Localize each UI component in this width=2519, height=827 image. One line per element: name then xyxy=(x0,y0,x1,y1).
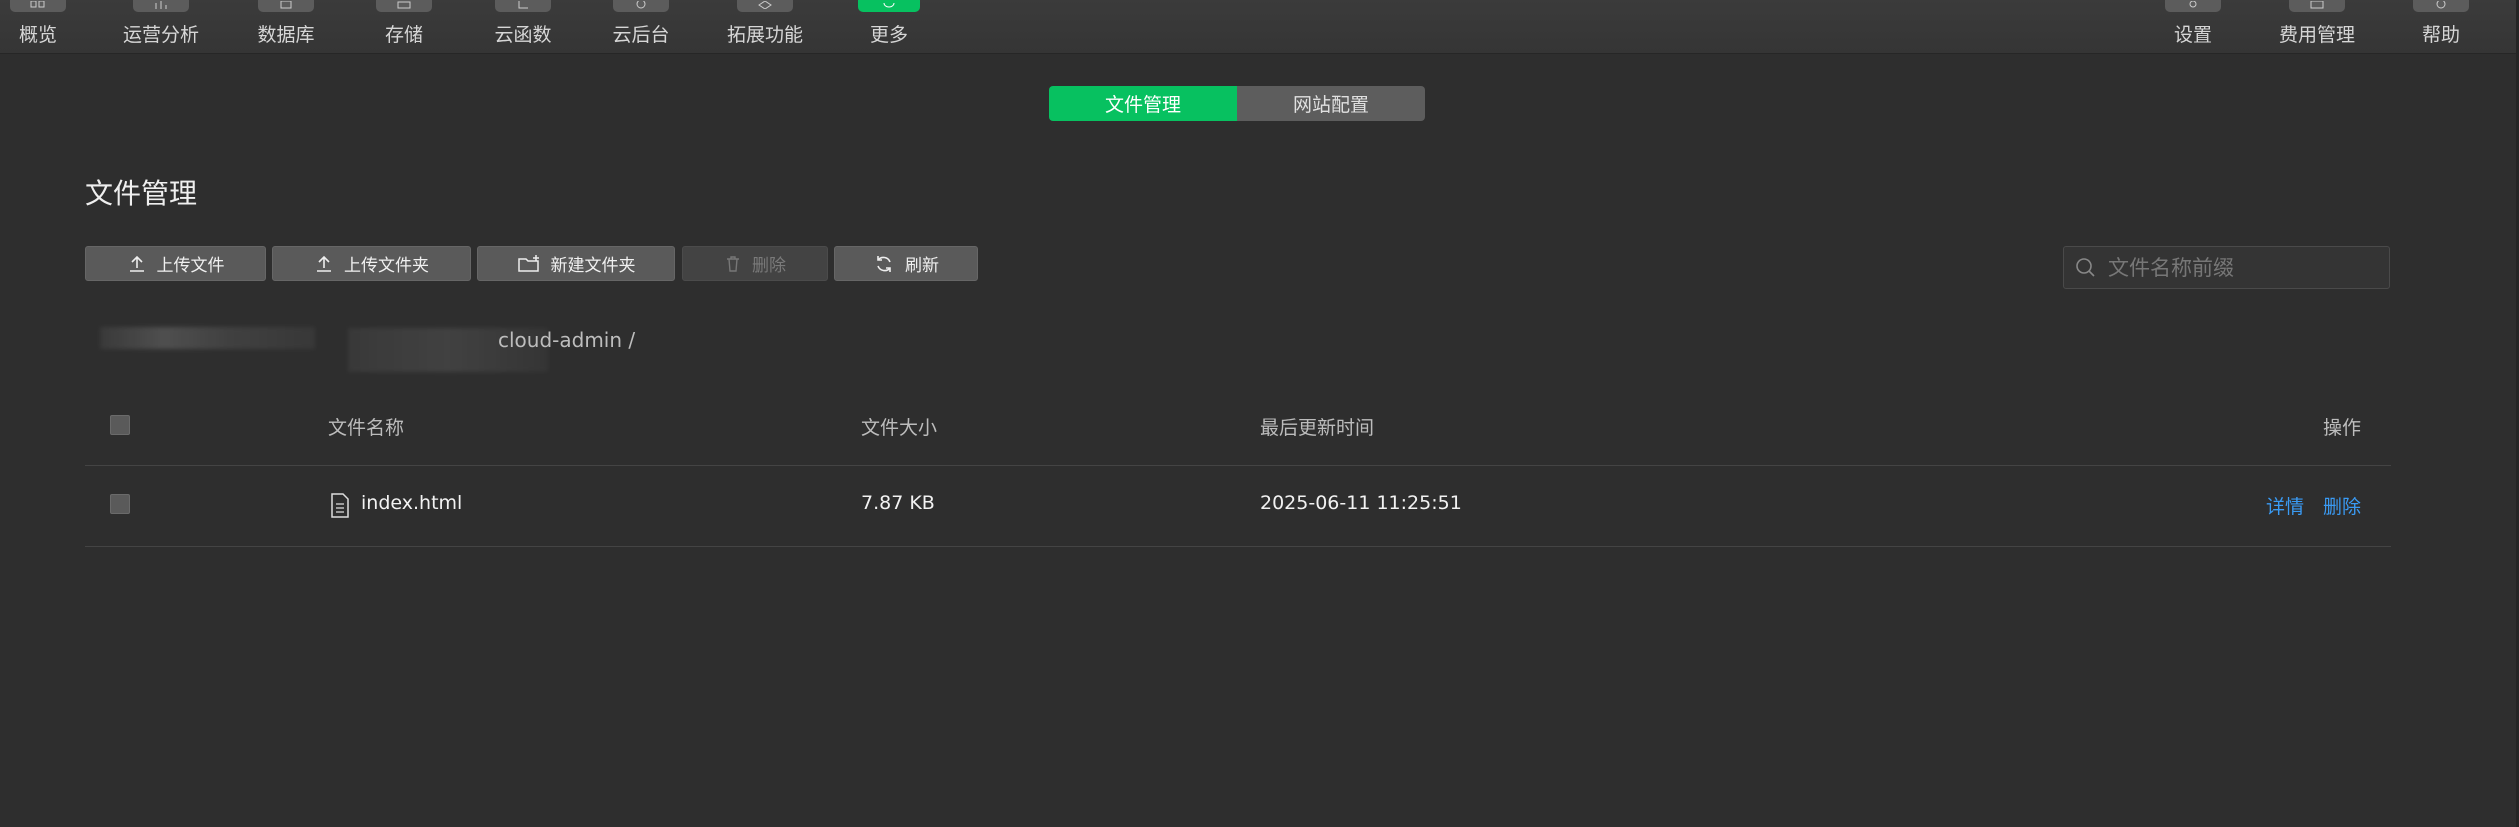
upload-icon xyxy=(129,255,144,272)
billing-icon xyxy=(2289,0,2345,12)
header-updated-time: 最后更新时间 xyxy=(1260,417,1375,439)
refresh-label: 刷新 xyxy=(905,256,939,276)
upload-folder-button[interactable]: 上传文件夹 xyxy=(272,246,471,281)
page-title: 文件管理 xyxy=(85,177,198,210)
breadcrumb[interactable]: cloud-admin / xyxy=(498,328,635,352)
analytics-icon xyxy=(133,0,189,12)
upload-file-button[interactable]: 上传文件 xyxy=(85,246,266,281)
upload-file-label: 上传文件 xyxy=(156,256,225,276)
cloud-function-icon xyxy=(495,0,551,12)
storage-icon xyxy=(376,0,432,12)
tab-website-config[interactable]: 网站配置 xyxy=(1237,86,1425,121)
nav-label: 概览 xyxy=(18,24,57,46)
upload-folder-label: 上传文件夹 xyxy=(344,256,429,276)
upload-icon xyxy=(317,255,331,272)
refresh-button[interactable]: 刷新 xyxy=(834,246,978,281)
nav-label: 设置 xyxy=(2173,24,2212,46)
nav-label: 数据库 xyxy=(257,24,315,46)
file-icon xyxy=(331,493,349,518)
table-divider xyxy=(85,465,2391,466)
delete-label: 删除 xyxy=(752,256,786,276)
new-folder-button[interactable]: 新建文件夹 xyxy=(477,246,675,281)
table-divider xyxy=(85,546,2391,547)
header-file-name: 文件名称 xyxy=(328,417,405,439)
folder-plus-icon xyxy=(517,254,539,272)
nav-label: 帮助 xyxy=(2421,24,2460,46)
row-checkbox[interactable] xyxy=(110,494,130,514)
nav-label: 费用管理 xyxy=(2278,24,2355,46)
file-updated-time: 2025-06-11 11:25:51 xyxy=(1260,492,1462,514)
nav-label: 更多 xyxy=(869,24,908,46)
cloud-backend-icon xyxy=(613,0,669,12)
file-name[interactable]: index.html xyxy=(361,492,462,514)
new-folder-label: 新建文件夹 xyxy=(550,256,636,276)
trash-icon xyxy=(727,255,739,272)
tab-file-management[interactable]: 文件管理 xyxy=(1049,86,1237,121)
refresh-icon xyxy=(877,255,891,272)
more-icon xyxy=(858,0,920,12)
top-nav: 概览 运营分析 数据库 存储 云函数 云后台 拓展功能 更多 设置 费用管理 帮… xyxy=(0,0,2519,54)
header-actions: 操作 xyxy=(2323,417,2362,439)
extensions-icon xyxy=(737,0,793,12)
search-input[interactable] xyxy=(2106,254,2380,281)
breadcrumb-redacted xyxy=(100,327,315,349)
nav-label: 拓展功能 xyxy=(726,24,803,46)
detail-link[interactable]: 详情 xyxy=(2266,492,2304,519)
database-icon xyxy=(258,0,314,12)
nav-label: 云后台 xyxy=(612,24,670,46)
overview-icon xyxy=(10,0,66,12)
segmented-tabs: 文件管理 网站配置 xyxy=(1049,86,1425,121)
nav-label: 存储 xyxy=(384,24,423,46)
file-size: 7.87 KB xyxy=(861,492,935,514)
header-file-size: 文件大小 xyxy=(861,417,938,439)
delete-button[interactable]: 删除 xyxy=(682,246,828,281)
search-icon xyxy=(2076,257,2095,277)
nav-label: 云函数 xyxy=(494,24,552,46)
help-icon xyxy=(2413,0,2469,12)
search-box[interactable] xyxy=(2063,246,2390,289)
settings-icon xyxy=(2165,0,2221,12)
nav-label: 运营分析 xyxy=(122,24,199,46)
select-all-checkbox[interactable] xyxy=(110,415,130,435)
delete-link[interactable]: 删除 xyxy=(2323,492,2361,519)
